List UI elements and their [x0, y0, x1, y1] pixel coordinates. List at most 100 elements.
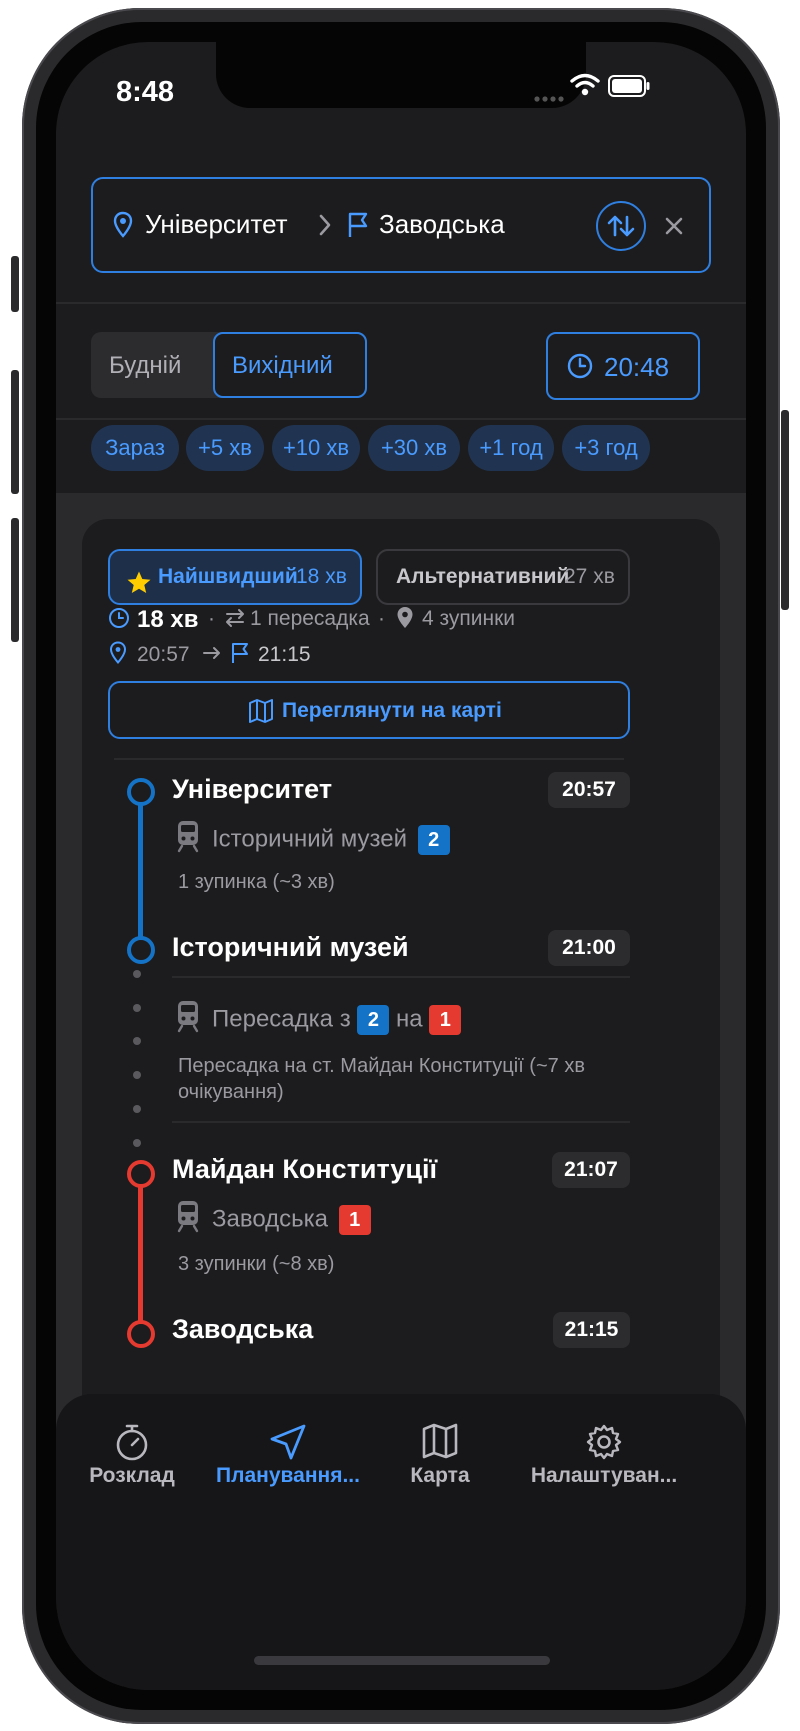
departure-time: 20:48 [604, 352, 670, 382]
power-button [781, 410, 789, 610]
map-icon [248, 698, 274, 729]
transfer-title: Пересадка з 2 на 1 [212, 1005, 462, 1035]
option-alternative-duration: 27 хв [564, 565, 615, 588]
route-to[interactable]: Заводська [379, 209, 505, 240]
tab-settings-label: Налаштуван... [530, 1464, 678, 1487]
summary-duration: 18 хв [137, 606, 199, 633]
time-chip-1h[interactable]: +1 год [468, 425, 554, 471]
time-chip-5min[interactable]: +5 хв [186, 425, 264, 471]
gear-icon [526, 1422, 682, 1464]
timeline-dot [133, 1139, 141, 1147]
day-option-weekday[interactable]: Будній [109, 352, 181, 380]
transfer-from-text: Пересадка з [212, 1005, 351, 1033]
leg-direction-label: Заводська [212, 1205, 329, 1233]
leg-info: 1 зупинка (~3 хв) [178, 871, 335, 893]
stop-name[interactable]: Майдан Конституції [172, 1154, 437, 1185]
stopwatch-icon [76, 1422, 188, 1464]
view-on-map-button[interactable]: Переглянути на карті [108, 681, 630, 739]
leg-direction-label: Історичний музей [212, 825, 407, 853]
swap-arrows-icon [607, 215, 635, 237]
flag-icon [347, 211, 369, 244]
flag-icon [230, 641, 250, 670]
volume-up-button [11, 370, 19, 494]
wifi-icon [570, 72, 600, 103]
timeline-node [127, 936, 155, 964]
tab-schedule-label: Розклад [89, 1464, 175, 1487]
arrow-right-icon [202, 645, 222, 666]
signal-icon [534, 90, 564, 108]
leg-info: 3 зупинки (~8 хв) [178, 1253, 335, 1275]
route-from[interactable]: Університет [145, 209, 288, 240]
day-option-weekend[interactable]: Вихідний [213, 332, 367, 398]
summary-stops: 4 зупинки [422, 607, 516, 630]
clock-icon [566, 352, 594, 385]
transfer-mid-text: на [396, 1005, 423, 1033]
time-chip-30min[interactable]: +30 хв [368, 425, 460, 471]
summary-transfers: 1 пересадка [250, 607, 370, 630]
leg-direction: Історичний музей 2 [212, 825, 450, 855]
timeline-node [127, 778, 155, 806]
timeline-node [127, 1320, 155, 1348]
divider [172, 976, 630, 978]
timeline-node [127, 1160, 155, 1188]
time-picker-button[interactable]: 20:48 [546, 332, 700, 400]
day-option-weekend-label: Вихідний [232, 352, 333, 379]
stop-name[interactable]: Історичний музей [172, 932, 409, 963]
clock-icon [108, 607, 130, 634]
tab-planning[interactable]: Планування... [208, 1424, 368, 1488]
separator: · [208, 607, 215, 630]
stop-time: 21:07 [552, 1152, 630, 1188]
stop-time: 21:15 [553, 1312, 630, 1348]
timeline-line-1 [138, 1174, 143, 1334]
line-badge-1: 1 [429, 1005, 462, 1035]
volume-down-button [11, 518, 19, 642]
chevron-right-icon [317, 213, 333, 242]
divider [172, 1121, 630, 1123]
tab-schedule[interactable]: Розклад [76, 1424, 188, 1488]
tab-settings[interactable]: Налаштуван... [526, 1424, 682, 1488]
divider [56, 418, 746, 420]
option-alternative-label: Альтернативний [396, 565, 570, 588]
stop-time: 21:00 [548, 930, 630, 966]
metro-train-icon [176, 1199, 200, 1238]
line-badge-1: 1 [338, 1205, 371, 1235]
time-chip-now[interactable]: Зараз [91, 425, 179, 471]
option-fastest-label: Найшвидший [158, 565, 298, 588]
transfer-info-line1: Пересадка на ст. Майдан Конституції (~7 … [178, 1055, 585, 1077]
option-fastest[interactable]: Найшвидший 18 хв [108, 549, 362, 605]
day-toggle: Будній Вихідний [91, 332, 367, 398]
option-alternative[interactable]: Альтернативний 27 хв [376, 549, 630, 605]
navigation-arrow-icon [208, 1422, 368, 1464]
metro-train-icon [176, 999, 200, 1038]
summary-arrive: 21:15 [258, 643, 311, 666]
line-badge-2: 2 [417, 825, 450, 855]
notch [216, 42, 586, 108]
view-on-map-label: Переглянути на карті [282, 699, 502, 722]
route-box[interactable]: Університет Заводська [91, 177, 711, 273]
transfer-icon [224, 607, 246, 634]
time-chip-10min[interactable]: +10 хв [272, 425, 360, 471]
swap-button[interactable] [596, 201, 646, 251]
time-chip-3h[interactable]: +3 год [562, 425, 650, 471]
stop-name[interactable]: Заводська [172, 1314, 313, 1345]
line-badge-2: 2 [357, 1005, 390, 1035]
divider [56, 302, 746, 304]
close-icon [665, 217, 683, 235]
metro-train-icon [176, 819, 200, 858]
timeline-dot [133, 970, 141, 978]
timeline-dot [133, 1071, 141, 1079]
tab-map[interactable]: Карта [392, 1423, 488, 1488]
route-card: Найшвидший 18 хв Альтернативний 27 хв 18… [82, 519, 720, 1489]
location-pin-icon [109, 641, 127, 670]
home-indicator[interactable] [254, 1656, 550, 1665]
status-time: 8:48 [116, 76, 175, 108]
stop-time: 20:57 [548, 772, 630, 808]
tab-map-label: Карта [410, 1464, 470, 1487]
clear-button[interactable] [663, 215, 685, 242]
screen: 8:48 Університет Заводська Будній Вихідн… [56, 42, 746, 1690]
pin-filled-icon [396, 606, 414, 635]
timeline-dot [133, 1004, 141, 1012]
stop-name[interactable]: Університет [172, 774, 332, 805]
leg-direction: Заводська 1 [212, 1205, 371, 1235]
timeline-dot [133, 1105, 141, 1113]
